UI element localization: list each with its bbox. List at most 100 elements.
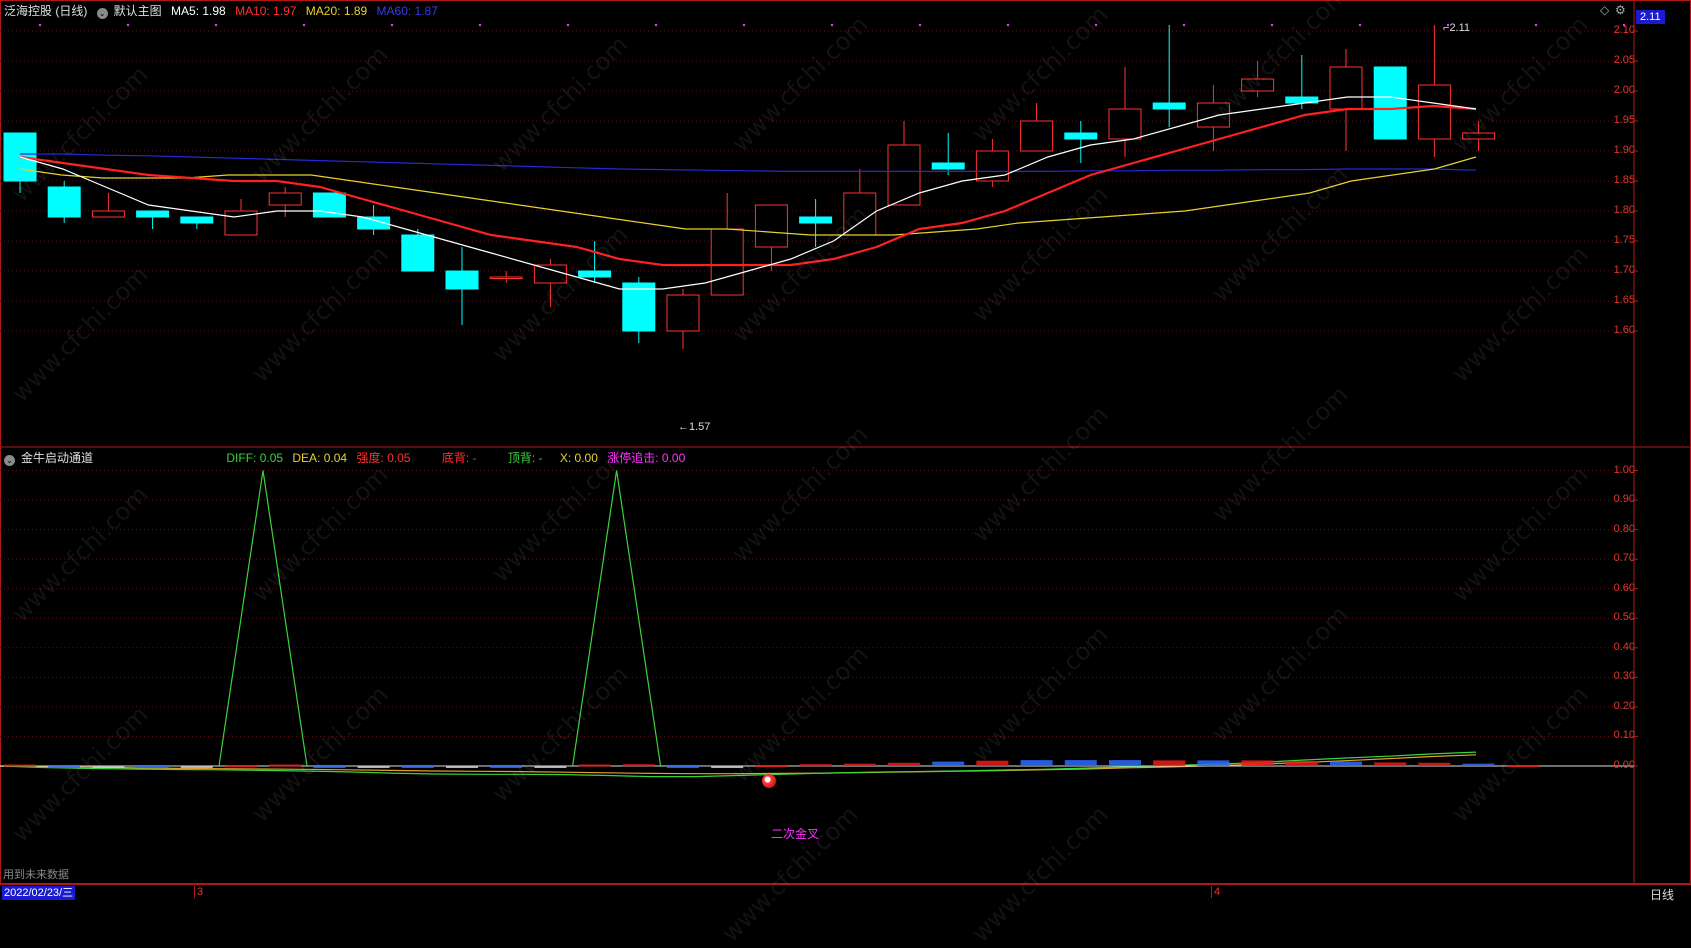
diff-value: DIFF: 0.05 [226, 451, 284, 465]
candle-body [1152, 102, 1186, 110]
ma5-value: MA5: 1.98 [171, 4, 226, 18]
candle-body [931, 162, 965, 170]
indicator-bar [357, 766, 390, 768]
indicator-bar [1064, 760, 1097, 766]
candle [91, 193, 125, 218]
ma60-value: MA60: 1.87 [376, 4, 438, 18]
kline-chart-canvas[interactable] [0, 0, 1691, 900]
indicator-bar [1418, 762, 1451, 766]
candle [1020, 103, 1054, 152]
marker-dot [1270, 23, 1274, 27]
candle-body [1329, 66, 1363, 110]
indicator-bar [180, 766, 213, 768]
indicator-bar [92, 766, 125, 768]
candle [843, 169, 877, 236]
candle [1285, 55, 1319, 109]
period-selector[interactable]: 日线 [1650, 886, 1674, 903]
ma20-value: MA20: 1.89 [305, 4, 368, 18]
indicator-bar [755, 765, 788, 768]
candle [931, 133, 965, 175]
bottom-time-bar: 2022/02/23/三 3 4 日线 [0, 884, 1691, 903]
low-price-label: ←1.57 [678, 421, 711, 433]
indicator-tick-label: 0.00 [1613, 759, 1635, 771]
indicator-bar [976, 760, 1009, 766]
indicator-bar [401, 766, 434, 768]
current-price-box: 2.11 [1636, 10, 1665, 24]
indicator-bar [1197, 760, 1230, 766]
indicator-tick-label: 0.60 [1613, 581, 1635, 594]
indicator-tick-label: 0.50 [1613, 611, 1635, 624]
indicator-tick-label: 0.40 [1613, 640, 1635, 653]
price-tick-label: 1.60 [1613, 324, 1635, 336]
limit-up-chase: 涨停追击: 0.00 [607, 451, 686, 465]
candle [666, 289, 700, 349]
settings-icon[interactable]: ⚙ [1615, 3, 1626, 17]
diamond-icon[interactable]: ◇ [1600, 3, 1609, 17]
price-tick-label: 2.00 [1613, 84, 1635, 96]
indicator-bar [667, 766, 699, 768]
top-divergence: 顶背: - [507, 451, 543, 465]
candle-body [401, 234, 435, 272]
indicator-bar [1020, 760, 1053, 766]
candle-body [1108, 108, 1142, 140]
chart-template-name[interactable]: 默认主图 [114, 4, 162, 18]
indicator-bar [313, 766, 346, 768]
indicator-bar [843, 763, 876, 766]
marker-dot [1534, 23, 1538, 27]
ma60-line [20, 153, 1477, 172]
stock-name[interactable]: 泛海控股 (日线) [4, 4, 87, 18]
cursor-date: 2022/02/23/三 [2, 886, 76, 900]
indicator-tick-label: 0.80 [1613, 522, 1635, 535]
candle-body [136, 210, 170, 218]
candle [578, 241, 612, 283]
indicator-bar [269, 764, 302, 767]
marker-dot [126, 23, 130, 27]
candle [268, 187, 302, 217]
candle [445, 247, 479, 325]
indicator-tick-label: 0.90 [1613, 493, 1635, 506]
indicator-bar [1241, 760, 1274, 766]
dea-value: DEA: 0.04 [292, 451, 348, 465]
indicator-tick-label: 0.20 [1613, 699, 1635, 712]
candle [799, 199, 833, 247]
indicator-bar [711, 766, 744, 768]
chevron-down-icon[interactable]: ⌄ [4, 455, 15, 466]
marker-dot [830, 23, 834, 27]
price-tick-label: 1.70 [1613, 264, 1635, 276]
candle-body [445, 270, 479, 290]
candle-body [1064, 132, 1098, 140]
month-3-label: 3 [194, 886, 203, 898]
candle-body [533, 264, 567, 284]
candle [1152, 25, 1186, 127]
chevron-down-icon[interactable]: ⌄ [96, 8, 108, 19]
marker-dot [918, 23, 922, 27]
candle-body [887, 144, 921, 206]
price-tick-label: 2.05 [1613, 54, 1635, 66]
price-tick-label: 1.85 [1613, 174, 1635, 186]
candle [136, 210, 170, 229]
candle [1064, 121, 1098, 163]
candle-body [489, 276, 523, 279]
marker-dot [1358, 23, 1362, 27]
candle [489, 271, 523, 283]
price-tick-label: 1.95 [1613, 114, 1635, 126]
candle-body [710, 228, 744, 296]
candle-body [268, 192, 302, 206]
marker-dot [390, 23, 394, 27]
indicator-bar [1153, 760, 1186, 766]
indicator-tick-label: 0.70 [1613, 552, 1635, 565]
high-price-label: ⌐2.11 [1443, 22, 1471, 34]
price-tick-label: 1.90 [1613, 144, 1635, 156]
price-tick-label: 1.80 [1613, 204, 1635, 216]
candle [1108, 67, 1142, 157]
candle-body [754, 204, 788, 248]
indicator-bar [1506, 765, 1539, 768]
marker-dot [38, 23, 42, 27]
candle [47, 181, 81, 223]
indicator-bar [799, 764, 832, 767]
candle [975, 139, 1009, 187]
indicator-header: ⌄ 金牛启动通道 DIFF: 0.05 DEA: 0.04 强度: 0.05 底背… [4, 451, 691, 466]
indicator-bar [136, 766, 169, 768]
candle-body [578, 270, 612, 278]
indicator-name[interactable]: 金牛启动通道 [21, 451, 93, 465]
